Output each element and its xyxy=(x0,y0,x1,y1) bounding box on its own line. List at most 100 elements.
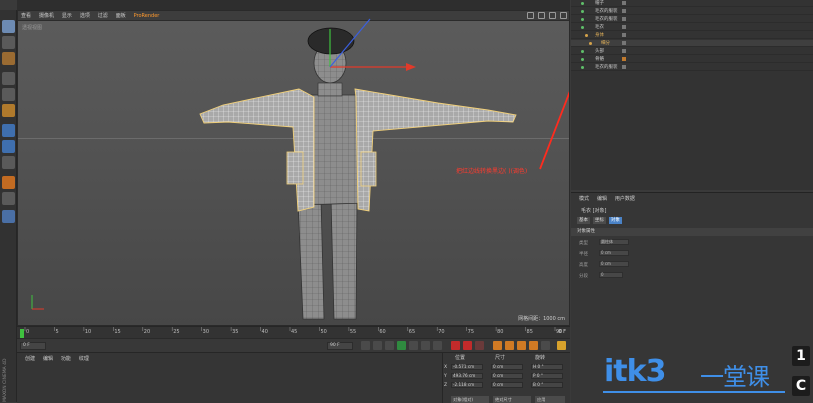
material-menu-edit[interactable]: 编辑 xyxy=(43,355,53,362)
object-tag-icon[interactable] xyxy=(622,17,626,21)
size-z-field[interactable]: 0 cm xyxy=(491,382,523,388)
object-manager: 帽子 毛衣的服装 毛衣的服装 毛衣 身体 细分 头部 骨骼 毛衣的服装 xyxy=(571,0,813,190)
end-frame-field[interactable]: 90 F xyxy=(327,342,353,350)
object-tag-icon[interactable] xyxy=(622,65,626,69)
texture-tool-icon[interactable] xyxy=(2,52,15,65)
object-tag-icon[interactable] xyxy=(622,25,626,29)
object-row[interactable]: 身体 xyxy=(571,32,813,39)
coordinate-manager: 位置 尺寸 旋转 X -0.571 cm 0 cm H 0 ° Y 493.76… xyxy=(442,352,570,403)
workplane-tool-icon[interactable] xyxy=(2,176,15,189)
axis-tool-icon[interactable] xyxy=(2,156,15,169)
object-row[interactable]: 毛衣 xyxy=(571,24,813,31)
object-tag-icon[interactable] xyxy=(622,9,626,13)
snap-tool-icon[interactable] xyxy=(2,140,15,153)
watermark-tag-1: 1 xyxy=(792,346,810,366)
rotate-key-icon[interactable] xyxy=(517,341,526,350)
object-row[interactable]: 毛衣的服装 xyxy=(571,16,813,23)
autokey-icon[interactable] xyxy=(463,341,472,350)
object-row[interactable]: 帽子 xyxy=(571,0,813,7)
attribute-row-field[interactable]: 圆柱体 xyxy=(599,239,629,245)
object-status-icon xyxy=(581,26,584,29)
object-row[interactable]: 骨骼 xyxy=(571,56,813,63)
coord-mode-dropdown[interactable]: 对象(相对) xyxy=(451,396,489,403)
object-row[interactable]: 毛衣的服装 xyxy=(571,64,813,71)
move-tool-icon[interactable] xyxy=(2,124,15,137)
next-frame-icon[interactable] xyxy=(409,341,418,350)
points-tool-icon[interactable] xyxy=(2,72,15,85)
scale-key-icon[interactable] xyxy=(505,341,514,350)
attribute-row-label: 半径 xyxy=(579,252,588,257)
object-tag-icon[interactable] xyxy=(622,1,626,5)
attribute-row-field[interactable]: 0 cm xyxy=(599,261,629,267)
prev-key-icon[interactable] xyxy=(373,341,382,350)
material-menu-function[interactable]: 功能 xyxy=(61,355,71,362)
object-status-icon xyxy=(581,50,584,53)
timeline-tick-label: 50 xyxy=(320,329,326,335)
attribute-object-label: 毛衣 [对象] xyxy=(581,208,607,214)
attribute-row-field[interactable]: 0 cm xyxy=(599,250,629,256)
object-name: 毛衣的服装 xyxy=(595,17,618,22)
object-status-icon xyxy=(585,34,588,37)
object-row[interactable]: 细分 xyxy=(571,40,813,47)
position-y-field[interactable]: 493.76 cm xyxy=(451,373,483,379)
object-name: 毛衣 xyxy=(595,25,604,30)
polygons-tool-icon[interactable] xyxy=(2,104,15,117)
prev-frame-icon[interactable] xyxy=(385,341,394,350)
record-icon[interactable] xyxy=(451,341,460,350)
timeline-tick-label: 65 xyxy=(409,329,415,335)
left-leg xyxy=(297,198,325,320)
size-x-field[interactable]: 0 cm xyxy=(491,364,523,370)
object-tag-icon[interactable] xyxy=(622,33,626,37)
perspective-viewport[interactable]: 查看 摄像机 显示 选项 过滤 面板 ProRender 透视视图 把红边线转换… xyxy=(17,10,570,326)
pla-key-icon[interactable] xyxy=(541,341,550,350)
start-frame-field[interactable]: 0 F xyxy=(20,342,46,350)
grid-tool-icon[interactable] xyxy=(2,210,15,223)
timeline-tick-label: 40 xyxy=(262,329,268,335)
coord-header-size: 尺寸 xyxy=(495,355,506,361)
timeline-playhead[interactable] xyxy=(20,329,24,338)
param-key-icon[interactable] xyxy=(529,341,538,350)
goto-end-icon[interactable] xyxy=(433,341,442,350)
lock-tool-icon[interactable] xyxy=(2,192,15,205)
attribute-menu-edit[interactable]: 编辑 xyxy=(597,195,607,202)
next-key-icon[interactable] xyxy=(421,341,430,350)
tab-object[interactable]: 对象 xyxy=(608,217,622,224)
object-tag-icon[interactable] xyxy=(622,49,626,53)
keyframe-selection-icon[interactable] xyxy=(475,341,484,350)
coord-apply-button[interactable]: 应用 xyxy=(535,396,565,403)
attribute-row-label: 高度 xyxy=(579,263,588,268)
tab-coord[interactable]: 坐标 xyxy=(592,217,606,224)
attribute-menu-userdata[interactable]: 用户数据 xyxy=(615,195,635,202)
object-status-icon xyxy=(581,10,584,13)
timeline-tick-label: 30 xyxy=(203,329,209,335)
move-key-icon[interactable] xyxy=(493,341,502,350)
material-menu-texture[interactable]: 纹理 xyxy=(79,355,89,362)
tab-basic[interactable]: 基本 xyxy=(577,217,590,224)
timeline-menu-icon[interactable] xyxy=(557,341,566,350)
rotation-p-field[interactable]: P 0 ° xyxy=(531,373,563,379)
position-x-field[interactable]: -0.571 cm xyxy=(451,364,483,370)
timeline-current-frame: 0 F xyxy=(558,329,566,335)
cube-tool-icon[interactable] xyxy=(2,20,15,33)
object-tag-icon[interactable] xyxy=(622,41,626,45)
goto-start-icon[interactable] xyxy=(361,341,370,350)
material-menu-create[interactable]: 创建 xyxy=(25,355,35,362)
rotation-h-field[interactable]: H 0 ° xyxy=(531,364,563,370)
material-manager: 创建 编辑 功能 纹理 xyxy=(17,352,442,403)
size-y-field[interactable]: 0 cm xyxy=(491,373,523,379)
object-row[interactable]: 头部 xyxy=(571,48,813,55)
grid-spacing-readout: 网格间距：1000 cm xyxy=(518,316,565,322)
play-icon[interactable] xyxy=(397,341,406,350)
coord-size-dropdown[interactable]: 绝对尺寸 xyxy=(493,396,531,403)
object-tag-icon[interactable] xyxy=(622,57,626,61)
timeline-tick-label: 60 xyxy=(379,329,385,335)
x-axis-arrow-icon[interactable] xyxy=(406,63,416,71)
timeline-ruler[interactable]: 0 5 10 15 20 25 30 35 40 45 50 55 60 65 70 75 80 85 90 0 F xyxy=(17,326,570,338)
attribute-row-field[interactable]: 0 xyxy=(599,272,623,278)
position-z-field[interactable]: -2.118 cm xyxy=(451,382,483,388)
rotation-b-field[interactable]: B 0 ° xyxy=(531,382,563,388)
checker-tool-icon[interactable] xyxy=(2,36,15,49)
attribute-menu-mode[interactable]: 模式 xyxy=(579,195,589,202)
edges-tool-icon[interactable] xyxy=(2,88,15,101)
object-row[interactable]: 毛衣的服装 xyxy=(571,8,813,15)
